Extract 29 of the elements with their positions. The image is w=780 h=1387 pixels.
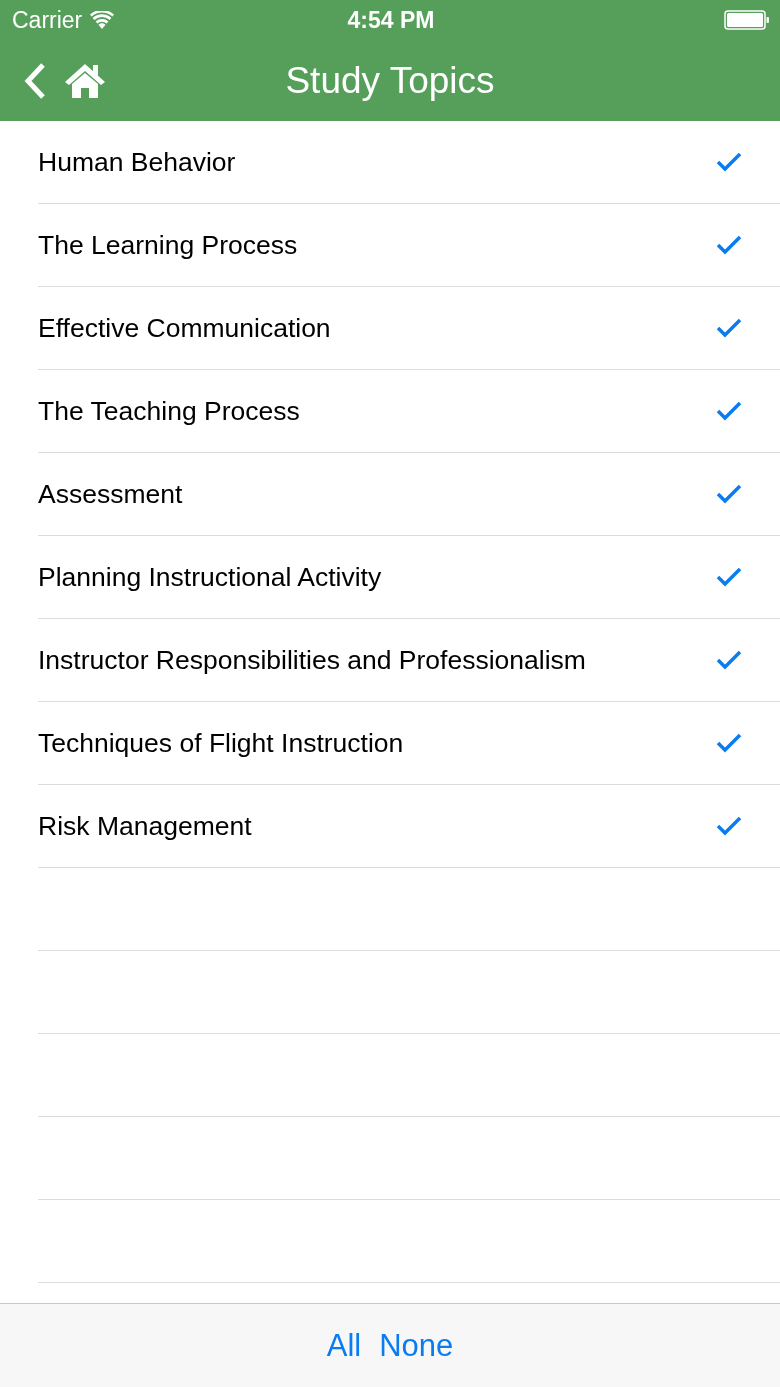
screen-title: Study Topics — [285, 59, 495, 102]
carrier-label: Carrier — [12, 6, 83, 34]
topic-label: Assessment — [38, 478, 183, 510]
topic-label: The Learning Process — [38, 229, 298, 261]
battery-icon — [724, 10, 770, 30]
topic-row[interactable]: The Teaching Process — [38, 370, 780, 453]
topic-row[interactable]: Techniques of Flight Instruction — [38, 702, 780, 785]
topic-row[interactable]: Risk Management — [38, 785, 780, 868]
back-chevron-icon — [24, 61, 46, 100]
clock-time: 4:54 PM — [347, 6, 435, 34]
topic-row[interactable]: Instructor Responsibilities and Professionalism — [38, 619, 780, 702]
select-button[interactable]: All — [326, 1327, 362, 1364]
topic-label: The Teaching Process — [38, 395, 300, 427]
topic-label: Effective Communication — [38, 312, 331, 344]
topic-row[interactable]: Effective Communication — [38, 287, 780, 370]
select-button[interactable]: None — [379, 1327, 454, 1364]
topic-label: Planning Instructional Activity — [38, 561, 382, 593]
topic-row[interactable]: Human Behavior — [38, 121, 780, 204]
topic-row[interactable]: The Learning Process — [38, 204, 780, 287]
topic-label: Human Behavior — [38, 146, 236, 178]
topic-label: Risk Management — [38, 810, 252, 842]
wifi-icon — [90, 11, 115, 29]
topic-row[interactable]: Planning Instructional Activity — [38, 536, 780, 619]
home-icon — [64, 62, 106, 99]
topic-label: Instructor Responsibilities and Professionalism — [38, 644, 586, 676]
topic-label: Techniques of Flight Instruction — [38, 727, 404, 759]
back-button[interactable] — [24, 61, 46, 100]
topic-row[interactable]: Assessment — [38, 453, 780, 536]
home-button[interactable] — [64, 62, 106, 99]
